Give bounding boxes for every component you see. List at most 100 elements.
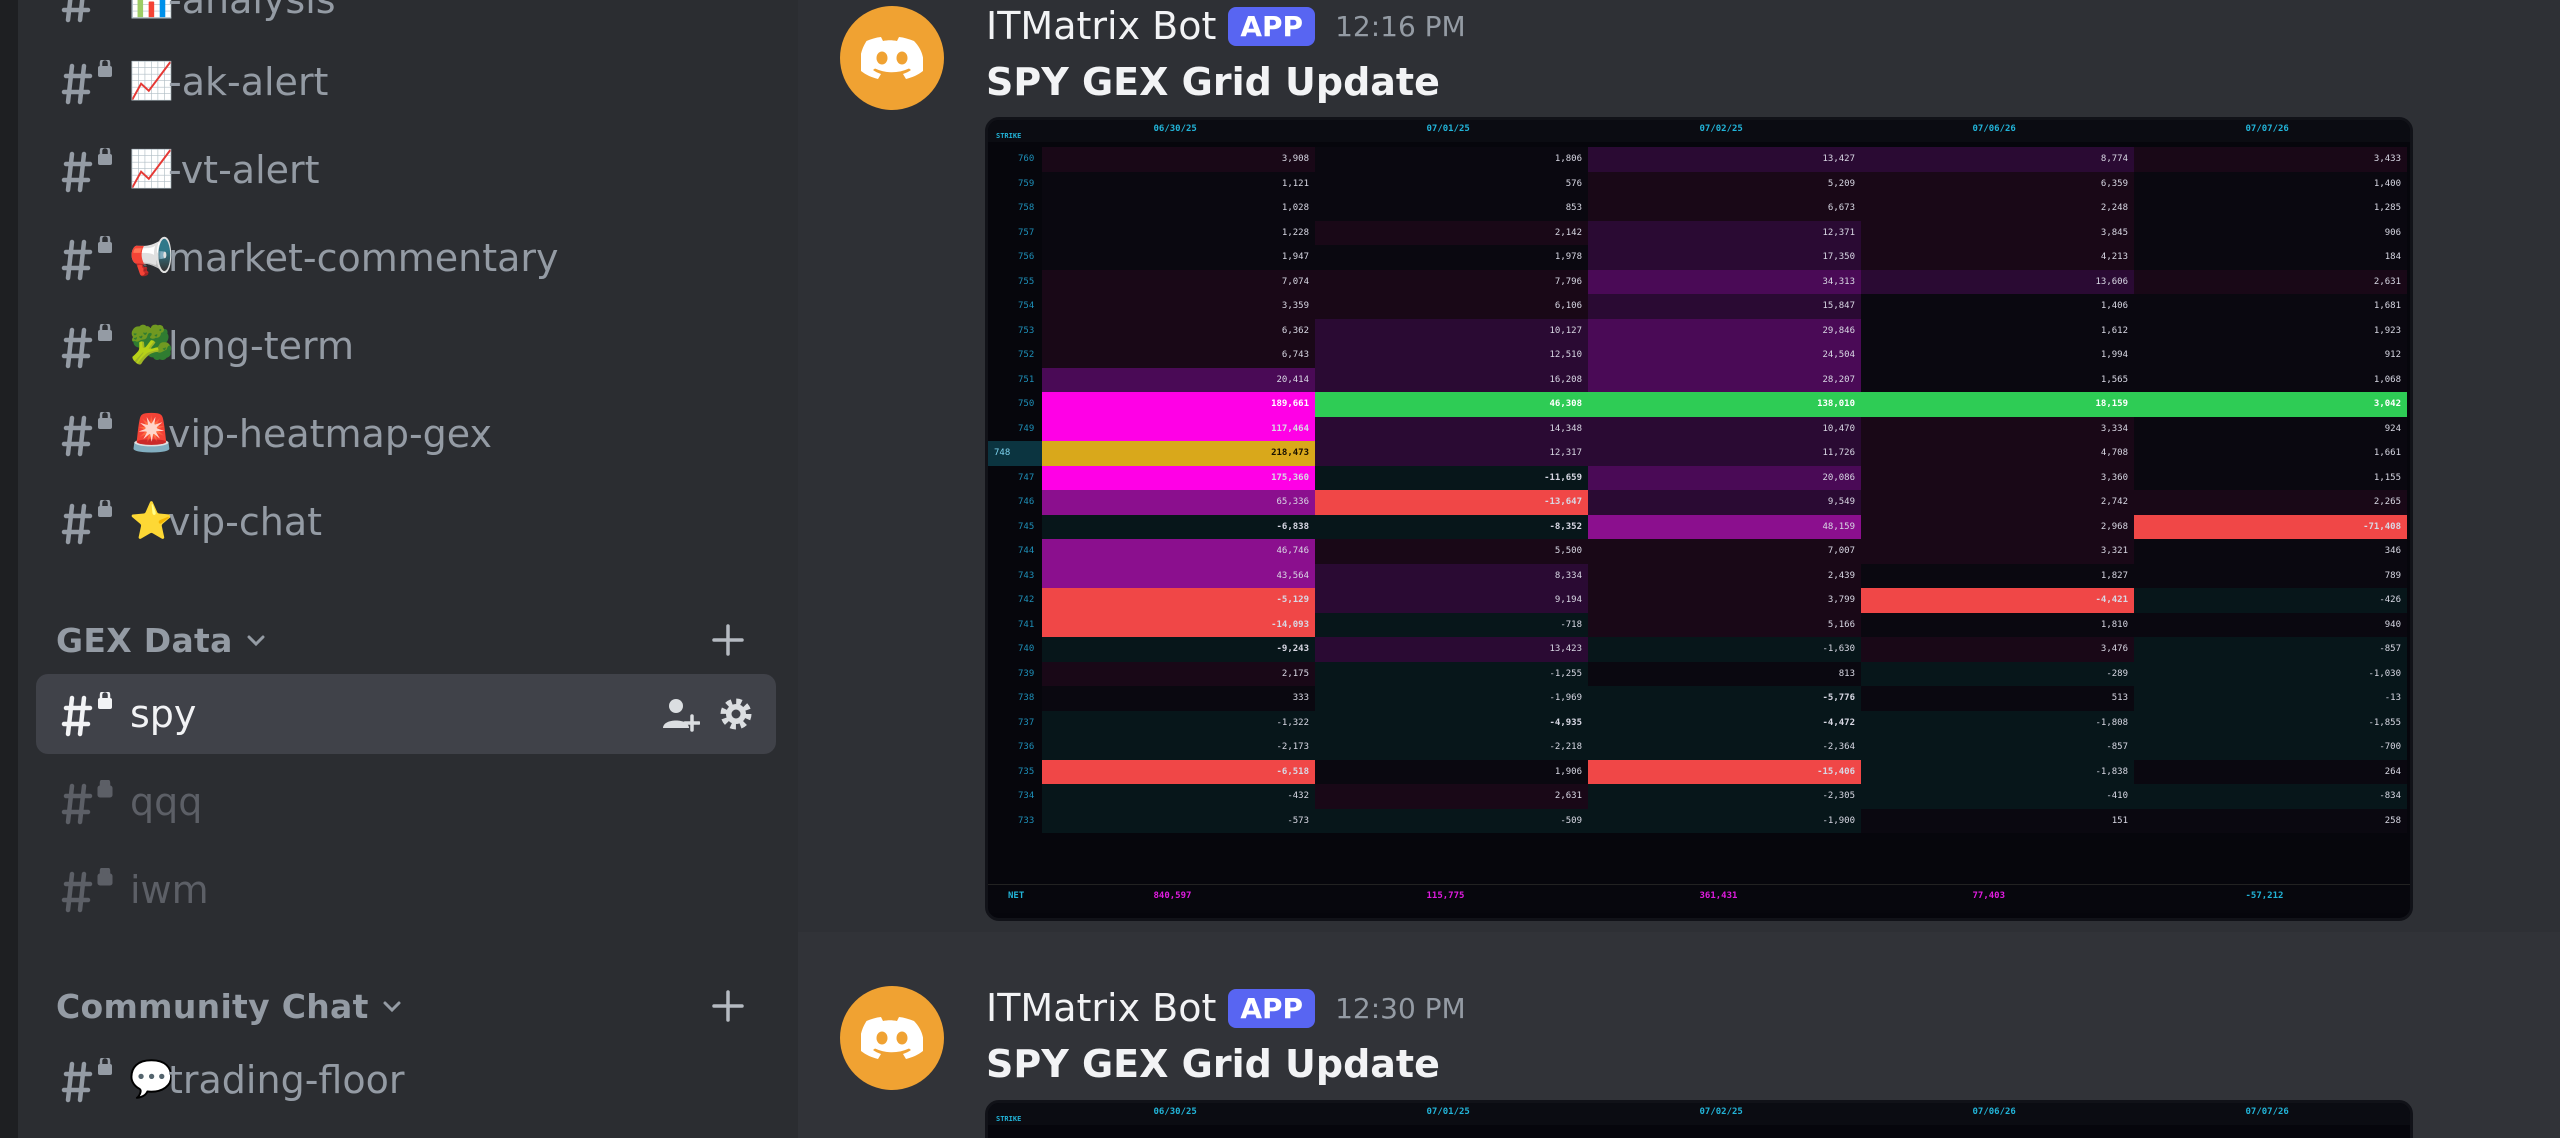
grid-cell: -1,030	[2134, 661, 2407, 686]
category-gex-data[interactable]: GEX Data	[56, 610, 746, 670]
grid-cell: 12,510	[1315, 343, 1588, 368]
grid-cell: 1,068	[2134, 367, 2407, 392]
grid-row: 736 -2,173 -2,218 -2,364 -857 -700	[988, 735, 2410, 760]
strike-label: 743	[1018, 570, 1035, 581]
chart-emoji-icon: 📈	[129, 61, 174, 102]
grid-cell: -1,900	[1588, 808, 1861, 833]
strike-header: STRIKE	[996, 1115, 1022, 1123]
gex-grid-image[interactable]: STRIKE 06/30/25 07/01/25 07/02/25 07/06/26 07…	[985, 1100, 2413, 1138]
username[interactable]: ITMatrix Bot	[986, 986, 1216, 1030]
grid-cell: 4,708	[1861, 441, 2134, 466]
channel-vip-heatmap-gex[interactable]: 🚨 vip-heatmap-gex	[36, 394, 776, 474]
grid-row: 739 2,175 -1,255 813 -289 -1,030	[988, 661, 2410, 686]
grid-cell: 3,908	[1042, 147, 1315, 172]
channel-spy[interactable]: spy	[36, 674, 776, 754]
grid-cell: 175,360	[1042, 465, 1315, 490]
channel-ak-alert[interactable]: 📈 -ak-alert	[36, 42, 776, 122]
strike-label: 738	[1018, 693, 1035, 703]
strike-label: 741	[1018, 619, 1035, 630]
grid-cell: -410	[1861, 784, 2134, 809]
invite-member-icon[interactable]	[660, 694, 701, 734]
grid-cell: 2,248	[1861, 196, 2134, 221]
grid-cell: -432	[1042, 784, 1315, 809]
grid-cell: 46,308	[1315, 392, 1588, 417]
add-channel-icon[interactable]	[710, 622, 746, 658]
grid-row: 757 1,228 2,142 12,371 3,845 906	[988, 220, 2410, 245]
grid-cell: 1,994	[1861, 343, 2134, 368]
grid-cell: 18,159	[1861, 392, 2134, 417]
grid-cell: 2,631	[1315, 784, 1588, 809]
grid-cell: 6,673	[1588, 196, 1861, 221]
grid-cell: 10,470	[1588, 416, 1861, 441]
grid-cell: -426	[2134, 588, 2407, 613]
channel-qqq[interactable]: qqq	[36, 762, 776, 842]
grid-cell: 333	[1042, 686, 1315, 711]
grid-cell: 264	[2134, 759, 2407, 784]
grid-cell: 1,565	[1861, 367, 2134, 392]
locked-hash-icon	[60, 60, 114, 106]
strike-label: 739	[1018, 668, 1035, 679]
grid-cell: -9,243	[1042, 637, 1315, 662]
channel-iwm[interactable]: iwm	[36, 850, 776, 930]
grid-cell: -6,518	[1042, 759, 1315, 784]
add-channel-icon[interactable]	[710, 988, 746, 1024]
grid-cell: 117,464	[1042, 416, 1315, 441]
grid-cell: 10,127	[1315, 318, 1588, 343]
date-header: 07/07/26	[2245, 124, 2289, 134]
username[interactable]: ITMatrix Bot	[986, 4, 1216, 48]
grid-row: 742 -5,129 9,194 3,799 -4,421 -426	[988, 588, 2410, 613]
grid-cell: 24,504	[1588, 343, 1861, 368]
grid-cell: 1,285	[2134, 196, 2407, 221]
strike-label: 744	[1018, 546, 1035, 556]
grid-cell: -5,776	[1588, 686, 1861, 711]
channel-vip-chat[interactable]: ⭐ vip-chat	[36, 482, 776, 562]
grid-row: 759 1,121 576 5,209 6,359 1,400	[988, 171, 2410, 196]
channel-label: qqq	[130, 780, 203, 824]
channel-trading-floor[interactable]: 💬 trading-floor	[36, 1040, 776, 1120]
message[interactable]: ITMatrix Bot APP 12:30 PM SPY GEX Grid U…	[798, 960, 2560, 1138]
grid-cell: 940	[2134, 612, 2407, 637]
locked-hash-icon	[60, 148, 114, 194]
category-label: Community Chat	[56, 986, 369, 1026]
grid-cell: 1,228	[1042, 220, 1315, 245]
grid-cell: -13,647	[1315, 490, 1588, 515]
bot-avatar[interactable]	[840, 986, 944, 1090]
server-list-edge	[0, 0, 18, 1138]
locked-hash-icon	[60, 868, 114, 914]
grid-cell: 17,350	[1588, 245, 1861, 270]
grid-cell: 3,845	[1861, 220, 2134, 245]
channel-vt-alert[interactable]: 📈 -vt-alert	[36, 130, 776, 210]
grid-cell: 1,661	[2134, 441, 2407, 466]
locked-hash-icon	[60, 236, 114, 282]
bot-avatar[interactable]	[840, 6, 944, 110]
grid-row: 760 3,908 1,806 13,427 8,774 3,433	[988, 147, 2410, 172]
gear-icon[interactable]	[716, 694, 756, 734]
channel-analysis[interactable]: 📊 -analysis	[36, 0, 776, 40]
grid-cell: -4,935	[1315, 710, 1588, 735]
grid-cell: -509	[1315, 808, 1588, 833]
grid-cell: 13,606	[1861, 269, 2134, 294]
grid-cell: -834	[2134, 784, 2407, 809]
grid-row: 741 -14,093 -718 5,166 1,810 940	[988, 612, 2410, 637]
channel-long-term[interactable]: 🥦 long-term	[36, 306, 776, 386]
grid-row: 734 -432 2,631 -2,305 -410 -834	[988, 784, 2410, 809]
message[interactable]: ITMatrix Bot APP 12:16 PM SPY GEX Grid U…	[798, 0, 2560, 932]
grid-cell: -1,630	[1588, 637, 1861, 662]
grid-cell: 46,746	[1042, 539, 1315, 564]
category-community-chat[interactable]: Community Chat	[56, 976, 746, 1036]
grid-cell: 184	[2134, 245, 2407, 270]
grid-cell: 20,086	[1588, 465, 1861, 490]
strike-label: 759	[1018, 178, 1035, 189]
grid-cell: 789	[2134, 563, 2407, 588]
grid-cell: 218,473	[1042, 441, 1315, 466]
grid-cell: -14,093	[1042, 612, 1315, 637]
strike-label: 750	[1018, 399, 1035, 409]
strike-label: 740	[1018, 644, 1035, 654]
grid-cell: -2,173	[1042, 735, 1315, 760]
grid-cell: 2,968	[1861, 514, 2134, 539]
strike-label: 733	[1018, 815, 1035, 826]
gex-grid-image[interactable]: STRIKE 06/30/25 07/01/25 07/02/25 07/06/26 07…	[985, 117, 2413, 921]
locked-hash-icon	[60, 692, 114, 738]
channel-market-commentary[interactable]: 📢 market-commentary	[36, 218, 776, 298]
strike-label: 747	[1018, 472, 1035, 483]
